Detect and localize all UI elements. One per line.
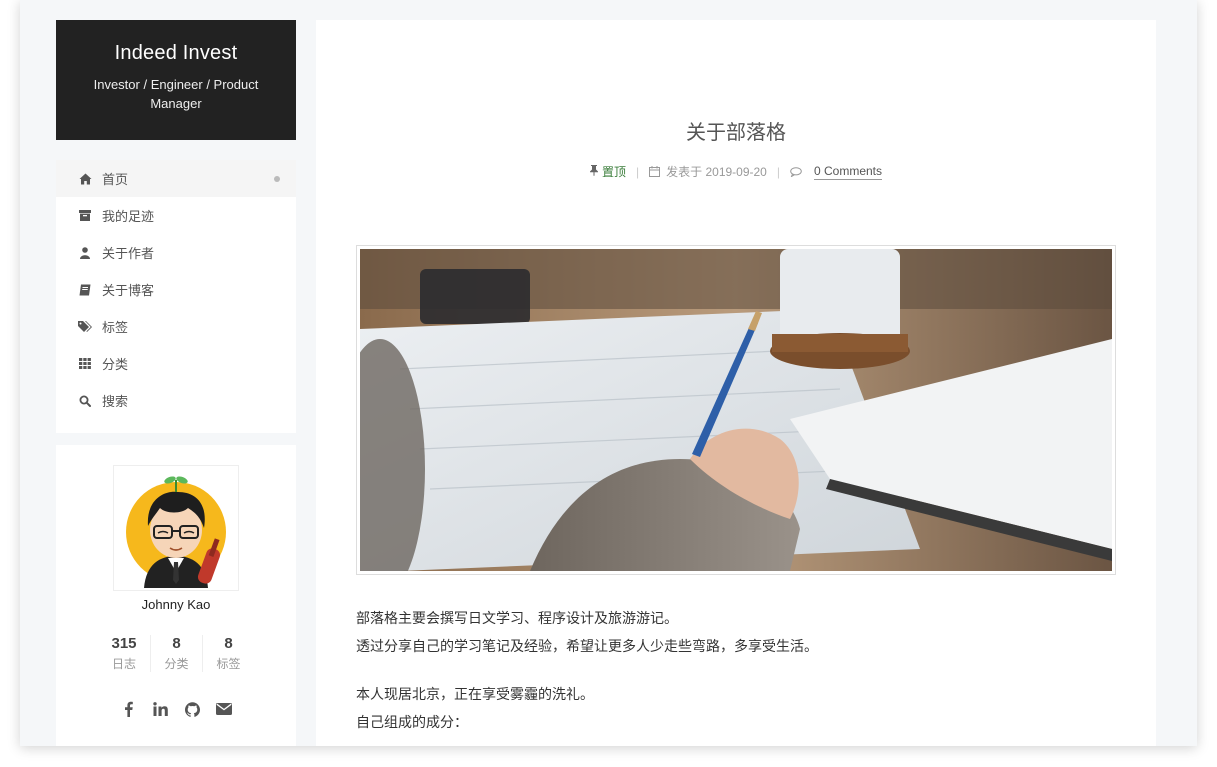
meta-divider: |: [776, 164, 780, 179]
stat-label: 标签: [216, 657, 241, 671]
avatar[interactable]: [113, 465, 239, 591]
grid-icon: [78, 357, 92, 371]
pinned-badge: 置顶: [589, 163, 626, 180]
sidebar-menu: 首页 我的足迹 关于作者 关于博客 标签 分类 搜索: [56, 160, 296, 433]
author-panel: Johnny Kao 315 日志 8 分类 8 标签: [56, 445, 296, 746]
post-paragraph: 本人现居北京，正在享受雾霾的洗礼。: [356, 686, 594, 702]
author-stats: 315 日志 8 分类 8 标签: [56, 635, 296, 672]
search-icon: [78, 394, 92, 408]
site-subtitle: Investor / Engineer / Product Manager: [93, 77, 259, 111]
sidebar-item-label: 首页: [102, 172, 129, 187]
post-paragraph: 透过分享自己的学习笔记及经验，希望让更多人少走些弯路，多享受生活。: [356, 638, 818, 654]
archive-icon: [78, 209, 92, 223]
home-icon: [78, 172, 92, 186]
post-body: 部落格主要会撰写日文学习、程序设计及旅游游记。 透过分享自己的学习笔记及经验，希…: [356, 604, 1116, 736]
sidebar-item-label: 关于博客: [102, 283, 155, 298]
post-title[interactable]: 关于部落格: [316, 116, 1156, 145]
user-icon: [78, 246, 92, 260]
book-icon: [78, 283, 92, 297]
post-paragraph: 部落格主要会撰写日文学习、程序设计及旅游游记。: [356, 610, 678, 626]
email-icon[interactable]: [215, 700, 233, 718]
sidebar-item-about-author[interactable]: 关于作者: [56, 234, 296, 271]
sidebar-item-label: 关于作者: [102, 246, 155, 261]
post-paragraph: 自己组成的成分：: [356, 714, 468, 730]
tags-icon: [78, 320, 92, 334]
stat-label: 分类: [164, 657, 189, 671]
sidebar-item-search[interactable]: 搜索: [56, 382, 296, 419]
sidebar-item-home[interactable]: 首页: [56, 160, 296, 197]
main-content: 关于部落格 置顶 | 发表于 2019-09-20 | 0 Comments 部…: [316, 20, 1156, 746]
sidebar-item-categories[interactable]: 分类: [56, 345, 296, 382]
posted-prefix: 发表于: [666, 165, 703, 179]
facebook-icon[interactable]: [119, 700, 137, 718]
thumbtack-icon: [589, 164, 598, 179]
hero-photo: [360, 249, 1112, 571]
sidebar-item-about-blog[interactable]: 关于博客: [56, 271, 296, 308]
sidebar-item-tags[interactable]: 标签: [56, 308, 296, 345]
stat-label: 日志: [111, 657, 136, 671]
stat-count: 8: [172, 635, 181, 652]
author-name: Johnny Kao: [141, 597, 211, 612]
linkedin-icon[interactable]: [151, 700, 169, 718]
sidebar-item-archives[interactable]: 我的足迹: [56, 197, 296, 234]
pinned-label: 置顶: [601, 165, 626, 179]
stat-posts[interactable]: 315 日志: [98, 635, 150, 672]
sidebar-item-label: 分类: [102, 357, 129, 372]
active-dot: [274, 176, 280, 182]
site-title[interactable]: Indeed Invest: [56, 42, 296, 65]
stat-categories[interactable]: 8 分类: [150, 635, 202, 672]
calendar-icon: [649, 166, 661, 177]
sidebar-item-label: 我的足迹: [102, 209, 155, 224]
post-meta: 置顶 | 发表于 2019-09-20 | 0 Comments: [316, 163, 1156, 180]
stat-tags[interactable]: 8 标签: [202, 635, 254, 672]
comment-icon: [790, 166, 802, 177]
sidebar-item-label: 标签: [102, 320, 129, 335]
post-date: 2019-09-20: [705, 164, 767, 179]
site-brand[interactable]: Indeed Invest Investor / Engineer / Prod…: [56, 20, 296, 140]
stat-count: 8: [224, 635, 233, 652]
comments-link[interactable]: 0 Comments: [813, 164, 883, 180]
github-icon[interactable]: [183, 700, 201, 718]
post-hero-image: [356, 245, 1116, 575]
meta-divider: |: [635, 164, 640, 179]
sidebar-item-label: 搜索: [102, 394, 129, 409]
social-links: [56, 700, 296, 718]
browser-frame: Indeed Invest Investor / Engineer / Prod…: [20, 0, 1197, 746]
stat-count: 315: [111, 635, 137, 652]
